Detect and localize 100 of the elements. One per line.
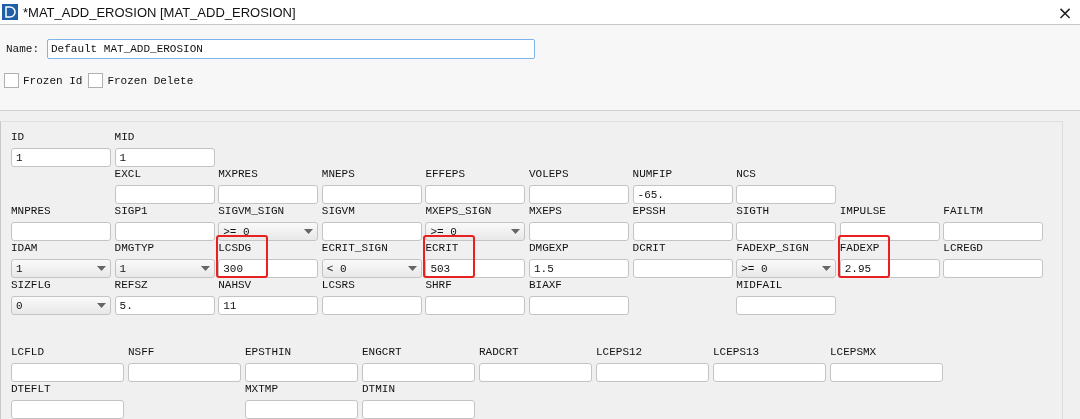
field-label: BIAXF [528, 278, 563, 292]
caret-icon [407, 266, 417, 271]
field-label: DMGTYP [114, 241, 156, 255]
field-label: LCEPS12 [596, 345, 644, 359]
dropdown[interactable]: 1 [114, 259, 215, 278]
field-label: DCRIT [632, 241, 667, 255]
input-field[interactable] [245, 400, 358, 419]
field-label: IDAM [11, 241, 39, 255]
field-label: MID [114, 130, 136, 144]
field-label: SIGTH [736, 204, 771, 218]
field-label: ID [11, 130, 26, 144]
input-field[interactable] [943, 222, 1044, 241]
input-field[interactable]: 503 [425, 259, 526, 278]
caret-icon [97, 266, 106, 271]
input-field[interactable] [11, 222, 111, 241]
field-label: MIDFAIL [736, 278, 784, 292]
checkbox-label: Frozen Delete [107, 74, 194, 87]
input-field[interactable] [11, 400, 124, 419]
caret-icon [822, 266, 832, 271]
dropdown[interactable]: 1 [11, 259, 111, 278]
field-label: FADEXP [839, 241, 881, 255]
input-field[interactable] [736, 296, 837, 315]
input-field[interactable] [479, 363, 592, 382]
field-label: DMGEXP [528, 241, 570, 255]
field-label: FADEXP_SIGN [736, 241, 810, 255]
input-field[interactable] [114, 222, 215, 241]
field-label: FAILTM [943, 204, 984, 218]
field-label: NUMFIP [632, 167, 674, 181]
name-field[interactable]: Default MAT_ADD_EROSION [47, 39, 535, 59]
input-field[interactable] [839, 222, 940, 241]
input-field[interactable] [736, 185, 837, 204]
input-field[interactable]: 1 [11, 148, 111, 167]
field-label: SIGVM [321, 204, 356, 218]
window-title: *MAT_ADD_EROSION [MAT_ADD_EROSION] [23, 4, 297, 20]
field-label: MXTMP [245, 382, 279, 396]
field-label: LCEPS13 [713, 345, 761, 359]
input-field[interactable] [736, 222, 837, 241]
input-field[interactable] [425, 185, 526, 204]
field-label: DTEFLT [11, 382, 52, 396]
input-field[interactable] [362, 363, 475, 382]
input-field[interactable] [830, 363, 943, 382]
field-label: EXCL [114, 167, 142, 181]
field-label: SIZFLG [11, 278, 52, 292]
field-label: LCEPSMX [830, 345, 878, 359]
input-field[interactable] [321, 296, 422, 315]
caret-icon [97, 303, 106, 308]
dropdown[interactable]: 0 [11, 296, 111, 315]
input-field[interactable] [362, 400, 475, 419]
field-label: MXEPS [528, 204, 563, 218]
field-label: EFFEPS [425, 167, 466, 181]
checkbox[interactable] [88, 73, 104, 88]
close-button[interactable]: × [1050, 0, 1080, 24]
field-label: SHRF [425, 278, 453, 292]
field-label: LCREGD [943, 241, 984, 255]
field-label: NSFF [128, 345, 156, 359]
input-field[interactable] [596, 363, 709, 382]
input-field[interactable]: 1.5 [528, 259, 629, 278]
field-label: IMPULSE [839, 204, 887, 218]
input-field[interactable] [245, 363, 358, 382]
dropdown[interactable]: >= 0 [218, 222, 319, 241]
input-field[interactable] [632, 222, 733, 241]
field-label: REFSZ [114, 278, 149, 292]
input-field[interactable] [11, 363, 124, 382]
input-field[interactable] [218, 185, 319, 204]
dropdown[interactable]: >= 0 [736, 259, 837, 278]
field-label: LCSRS [321, 278, 356, 292]
input-field[interactable]: 5. [114, 296, 215, 315]
field-label: MXPRES [218, 167, 259, 181]
input-field[interactable] [528, 222, 629, 241]
dropdown[interactable]: < 0 [321, 259, 422, 278]
name-label: Name: [6, 43, 39, 55]
input-field[interactable]: 1 [114, 148, 215, 167]
input-field[interactable]: 11 [218, 296, 319, 315]
field-label: NAHSV [218, 278, 253, 292]
input-field[interactable] [128, 363, 241, 382]
input-field[interactable] [321, 222, 422, 241]
field-label: MXEPS_SIGN [425, 204, 493, 218]
field-label: DTMIN [362, 382, 396, 396]
caret-icon [304, 229, 314, 234]
checkbox-label: Frozen Id [23, 74, 83, 87]
checkbox[interactable] [4, 73, 19, 88]
input-field[interactable] [632, 259, 733, 278]
field-label: NCS [736, 167, 757, 181]
field-label: ECRIT [425, 241, 460, 255]
field-label: LCSDG [218, 241, 253, 255]
input-field[interactable] [528, 296, 629, 315]
input-field[interactable] [528, 185, 629, 204]
caret-icon [200, 266, 210, 271]
input-field[interactable] [943, 259, 1044, 278]
input-field[interactable] [321, 185, 422, 204]
input-field[interactable] [425, 296, 526, 315]
input-field[interactable] [114, 185, 215, 204]
input-field[interactable]: -65. [632, 185, 733, 204]
field-label: EPSTHIN [245, 345, 293, 359]
dropdown[interactable]: >= 0 [425, 222, 526, 241]
field-label: ECRIT_SIGN [321, 241, 389, 255]
input-field[interactable] [713, 363, 826, 382]
field-label: VOLEPS [528, 167, 570, 181]
input-field[interactable]: 2.95 [839, 259, 940, 278]
input-field[interactable]: 300 [218, 259, 319, 278]
